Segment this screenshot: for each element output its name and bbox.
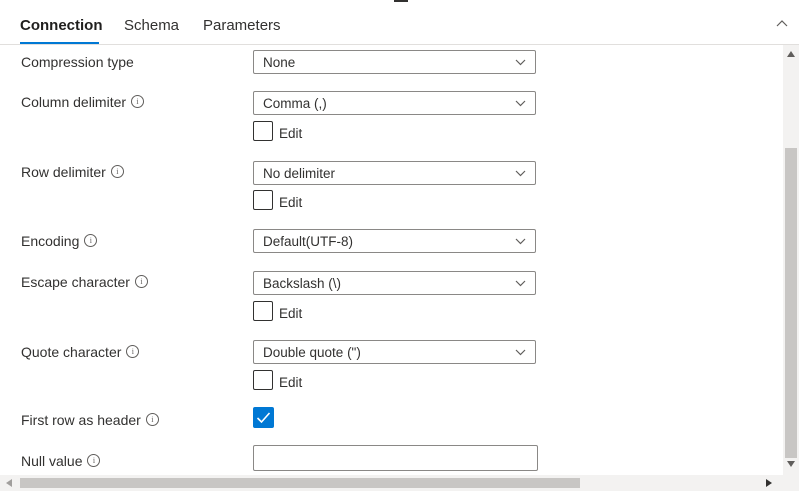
horizontal-scrollbar[interactable] [0, 475, 783, 491]
first-row-as-header-label: First row as header i [21, 412, 159, 428]
edit-label: Edit [279, 126, 303, 141]
scroll-up-arrow-icon[interactable] [787, 51, 795, 57]
info-icon[interactable]: i [145, 413, 159, 426]
compression-type-label: Compression type [21, 54, 134, 70]
scrollbar-corner [783, 475, 799, 491]
null-value-input[interactable] [253, 445, 538, 471]
compression-type-value: None [263, 55, 296, 70]
row-delimiter-edit-checkbox[interactable] [253, 190, 273, 210]
quote-character-edit-checkbox[interactable] [253, 370, 273, 390]
vertical-scrollbar[interactable] [783, 45, 799, 475]
escape-character-label: Escape character i [21, 274, 148, 290]
active-tab-indicator [20, 42, 99, 44]
column-delimiter-value: Comma (,) [263, 96, 327, 111]
chevron-down-icon [515, 59, 526, 66]
edit-label: Edit [279, 195, 303, 210]
null-value-label: Null value i [21, 453, 101, 469]
quote-character-label: Quote character i [21, 344, 140, 360]
first-row-as-header-checkbox[interactable] [253, 407, 274, 428]
horizontal-scroll-thumb[interactable] [20, 478, 580, 488]
tab-schema[interactable]: Schema [124, 17, 179, 34]
compression-type-select[interactable]: None [253, 50, 536, 74]
vertical-scroll-thumb[interactable] [785, 148, 797, 458]
row-delimiter-select[interactable]: No delimiter [253, 161, 536, 185]
quote-character-select[interactable]: Double quote (") [253, 340, 536, 364]
escape-character-edit-checkbox[interactable] [253, 301, 273, 321]
scroll-down-arrow-icon[interactable] [787, 461, 795, 467]
info-icon[interactable]: i [131, 95, 145, 108]
chevron-down-icon [515, 238, 526, 245]
edit-label: Edit [279, 306, 303, 321]
chevron-up-icon[interactable] [775, 17, 789, 31]
column-delimiter-select[interactable]: Comma (,) [253, 91, 536, 115]
encoding-value: Default(UTF-8) [263, 234, 354, 249]
chevron-down-icon [515, 280, 526, 287]
tab-parameters[interactable]: Parameters [203, 17, 281, 34]
scroll-left-arrow-icon[interactable] [6, 479, 12, 487]
escape-character-select[interactable]: Backslash (\) [253, 271, 536, 295]
tab-connection[interactable]: Connection [20, 17, 103, 34]
info-icon[interactable]: i [110, 165, 124, 178]
edit-label: Edit [279, 375, 303, 390]
info-icon[interactable]: i [84, 234, 98, 247]
encoding-select[interactable]: Default(UTF-8) [253, 229, 536, 253]
chevron-down-icon [515, 349, 526, 356]
checkmark-icon [256, 412, 271, 424]
chevron-down-icon [515, 170, 526, 177]
connection-form: Compression type None Column delimiter i … [0, 45, 783, 475]
row-delimiter-label: Row delimiter i [21, 164, 124, 180]
info-icon[interactable]: i [126, 345, 140, 358]
encoding-label: Encoding i [21, 233, 98, 249]
scroll-right-arrow-icon[interactable] [766, 479, 772, 487]
info-icon[interactable]: i [87, 454, 101, 467]
info-icon[interactable]: i [134, 275, 148, 288]
tab-bar: Connection Schema Parameters [0, 0, 799, 45]
column-delimiter-edit-checkbox[interactable] [253, 121, 273, 141]
escape-character-value: Backslash (\) [263, 276, 342, 291]
quote-character-value: Double quote (") [263, 345, 361, 360]
chevron-down-icon [515, 100, 526, 107]
column-delimiter-label: Column delimiter i [21, 94, 145, 110]
row-delimiter-value: No delimiter [263, 166, 336, 181]
